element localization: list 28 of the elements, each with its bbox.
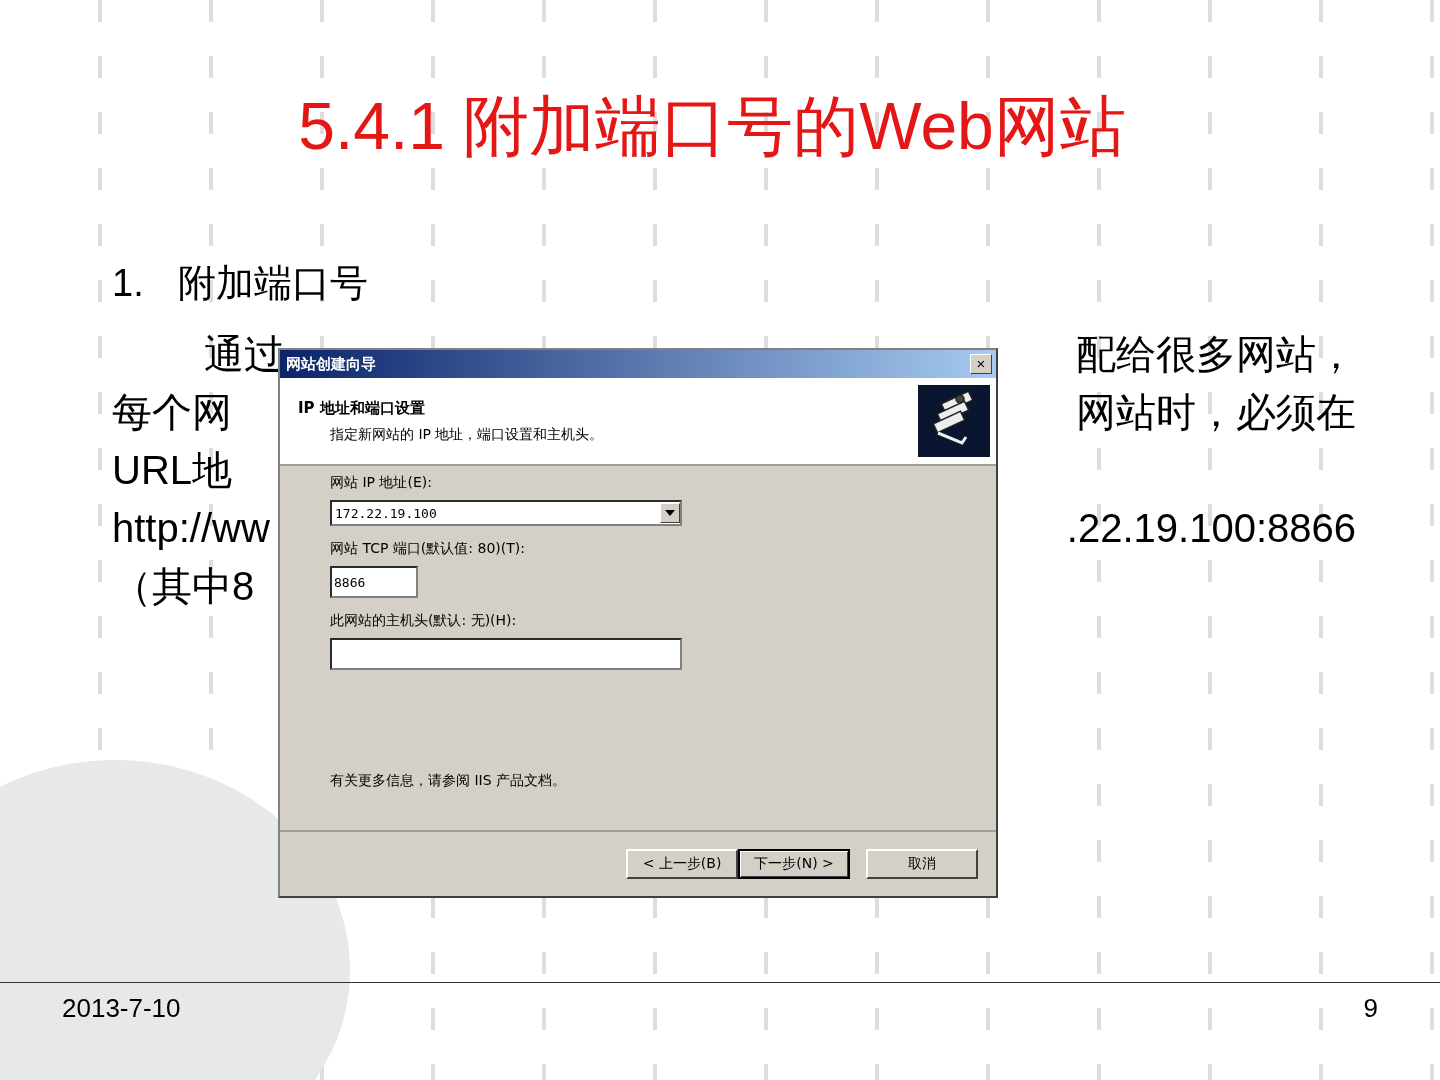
heading-text: 附加端口号 bbox=[177, 260, 368, 307]
paragraph-fragment: （其中8 bbox=[112, 563, 255, 610]
paragraph-fragment: .22.19.100:8866 bbox=[1066, 505, 1356, 552]
paragraph-fragment: 每个网 bbox=[112, 389, 232, 436]
paragraph-fragment: http://ww bbox=[112, 505, 270, 552]
page-number: 9 bbox=[1363, 993, 1378, 1024]
heading-number: 1. bbox=[112, 262, 144, 305]
slide-title: 5.4.1 附加端口号的Web网站 bbox=[297, 88, 1127, 165]
window-title: 网站创建向导 bbox=[286, 354, 376, 374]
paragraph-fragment: URL地 bbox=[112, 447, 233, 494]
host-header-input-field[interactable] bbox=[330, 638, 682, 670]
field-label: 此网站的主机头(默认: 无)(H): bbox=[330, 612, 517, 630]
close-button[interactable]: × bbox=[970, 354, 992, 374]
field-label: 网站 TCP 端口(默认值: 80)(T): bbox=[330, 540, 525, 558]
info-text: 有关更多信息，请参阅 IIS 产品文档。 bbox=[330, 772, 568, 790]
wizard-button[interactable]: 下一步(N) > bbox=[738, 849, 850, 879]
section-subtitle: 指定新网站的 IP 地址，端口设置和主机头。 bbox=[329, 425, 604, 444]
paragraph-fragment: 配给很多网站， bbox=[1076, 331, 1356, 378]
wizard-button[interactable]: < 上一步(B) bbox=[626, 849, 738, 879]
paragraph-fragment: 网站时，必须在 bbox=[1076, 389, 1356, 436]
ip-address-dropdown[interactable]: 172.22.19.100 bbox=[330, 500, 682, 526]
slide-date: 2013-7-10 bbox=[62, 993, 181, 1024]
section-title: IP 地址和端口设置 bbox=[298, 398, 426, 418]
paragraph-fragment: 通过 bbox=[204, 331, 284, 378]
field-label: 网站 IP 地址(E): bbox=[330, 474, 432, 492]
wizard-button[interactable]: 取消 bbox=[866, 849, 978, 879]
port-input-field[interactable]: 8866 bbox=[330, 566, 418, 598]
server-icon bbox=[918, 385, 990, 457]
